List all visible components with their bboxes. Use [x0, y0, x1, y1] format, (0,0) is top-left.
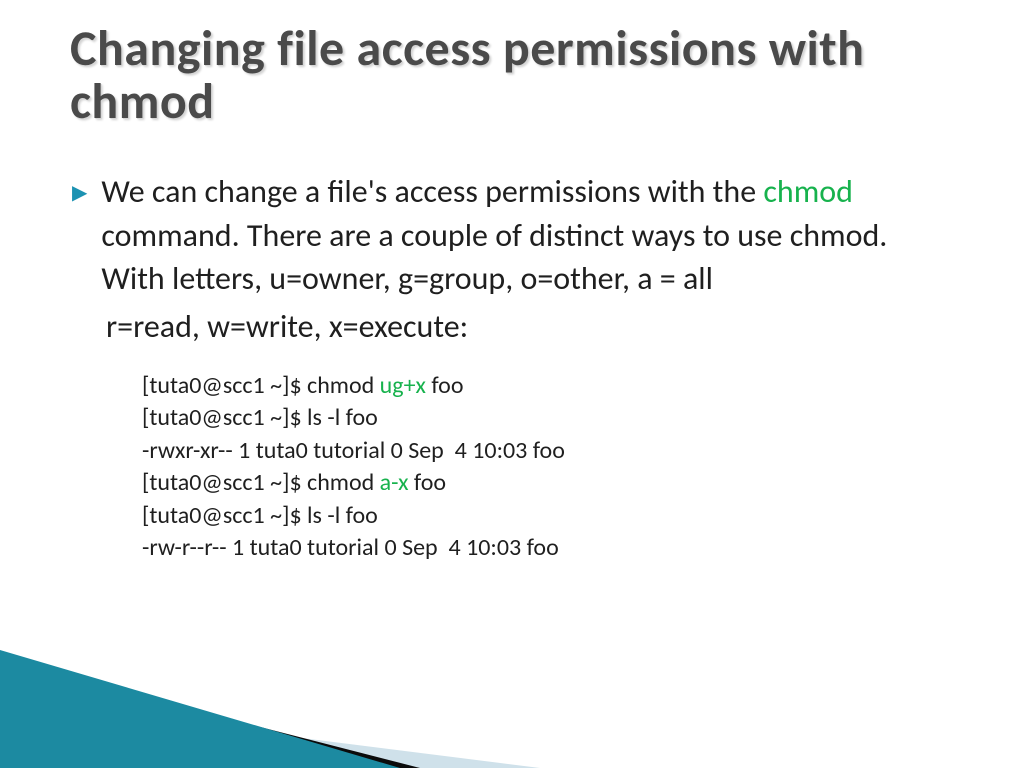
- bullet-marker-icon: ▶: [72, 172, 87, 214]
- term-arg-ugx: ug+x: [380, 371, 426, 400]
- term-arg-ax: a-x: [380, 468, 409, 497]
- term-line-1: [tuta0@scc1 ~]$ chmod ug+x foo: [142, 371, 464, 400]
- bullet-item: ▶ We can change a file's access permissi…: [72, 170, 952, 301]
- decor-triangle-teal: [0, 650, 400, 768]
- term-line-4: [tuta0@scc1 ~]$ chmod a-x foo: [142, 468, 446, 497]
- slide: Changing file access permissions with ch…: [0, 0, 1024, 768]
- bullet-text-pre: We can change a file's access permission…: [101, 172, 763, 211]
- chmod-keyword: chmod: [763, 172, 853, 211]
- term-line-3: -rwxr-xr-- 1 tuta0 tutorial 0 Sep 4 10:0…: [142, 436, 565, 465]
- bullet-text-post: command. There are a couple of distinct …: [101, 216, 887, 299]
- perm-letters-line: r=read, w=write, x=execute:: [106, 305, 952, 349]
- slide-body: ▶ We can change a file's access permissi…: [72, 170, 952, 564]
- term-line-5: [tuta0@scc1 ~]$ ls -l foo: [142, 501, 378, 530]
- bullet-text: We can change a file's access permission…: [101, 170, 952, 301]
- term-line-2: [tuta0@scc1 ~]$ ls -l foo: [142, 403, 378, 432]
- slide-title: Changing file access permissions with ch…: [70, 22, 950, 128]
